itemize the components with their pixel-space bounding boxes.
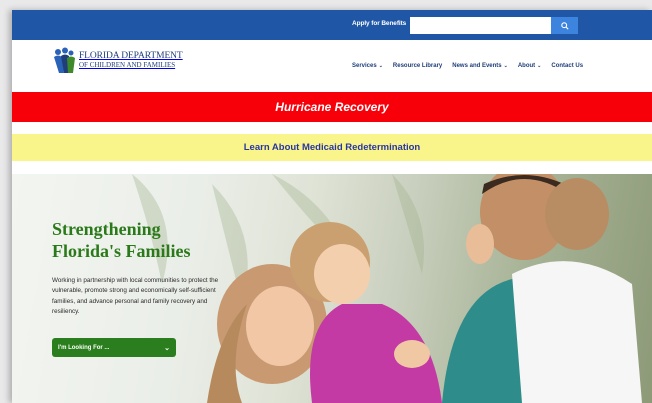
nav-label: Resource Library: [392, 63, 443, 69]
hero-body-text: Working in partnership with local commun…: [52, 277, 219, 316]
medicaid-redetermination-link[interactable]: Learn About Medicaid Redetermination: [244, 142, 420, 153]
dropdown-label: I'm Looking For ...: [58, 344, 110, 351]
nav-label: News and Events: [452, 63, 502, 69]
nav-label: Services: [352, 63, 377, 69]
nav-label: About: [517, 63, 536, 69]
logo-wordmark: FLORIDA DEPARTMENT OF CHILDREN AND FAMIL…: [79, 51, 183, 70]
logo-line-2: OF CHILDREN AND FAMILIES: [79, 61, 176, 69]
logo-line-1: FLORIDA DEPARTMENT: [79, 51, 183, 61]
looking-for-dropdown[interactable]: I'm Looking For ... ⌄: [52, 338, 176, 357]
search-button[interactable]: [551, 17, 578, 34]
chevron-down-icon: ⌄: [537, 63, 542, 69]
chevron-down-icon: ⌄: [164, 344, 170, 352]
dcf-logo[interactable]: FLORIDA DEPARTMENT OF CHILDREN AND FAMIL…: [52, 47, 183, 75]
search-input[interactable]: [410, 17, 551, 34]
hero-title-line-1: Strengthening: [52, 219, 161, 239]
search-icon: [560, 21, 569, 30]
apply-for-benefits-link[interactable]: Apply for Benefits: [352, 20, 406, 27]
nav-resource-library[interactable]: Resource Library: [393, 63, 442, 69]
hurricane-recovery-link[interactable]: Hurricane Recovery: [275, 100, 388, 114]
site-header: FLORIDA DEPARTMENT OF CHILDREN AND FAMIL…: [12, 40, 652, 88]
nav-news-and-events[interactable]: News and Events ⌄: [452, 63, 508, 69]
chevron-down-icon: ⌄: [378, 63, 383, 69]
browser-page: Apply for Benefits FLORIDA DEPARTMENT OF…: [12, 10, 652, 403]
nav-services[interactable]: Services ⌄: [352, 63, 383, 69]
medicaid-banner: Learn About Medicaid Redetermination: [12, 134, 652, 161]
hurricane-recovery-banner: Hurricane Recovery: [12, 92, 652, 122]
hero-text-block: Strengthening Florida's Families Working…: [52, 218, 232, 318]
hero-title-line-2: Florida's Families: [52, 241, 191, 261]
nav-contact-us[interactable]: Contact Us: [551, 63, 583, 69]
chevron-down-icon: ⌄: [503, 63, 508, 69]
dcf-family-logo-icon: [54, 47, 75, 73]
utility-bar: Apply for Benefits: [12, 10, 652, 40]
main-nav: Services ⌄ Resource Library News and Eve…: [352, 63, 593, 69]
hero-title: Strengthening Florida's Families: [52, 218, 232, 262]
nav-about[interactable]: About ⌄: [518, 63, 542, 69]
hero-section: Strengthening Florida's Families Working…: [12, 174, 652, 403]
nav-label: Contact Us: [551, 63, 584, 69]
